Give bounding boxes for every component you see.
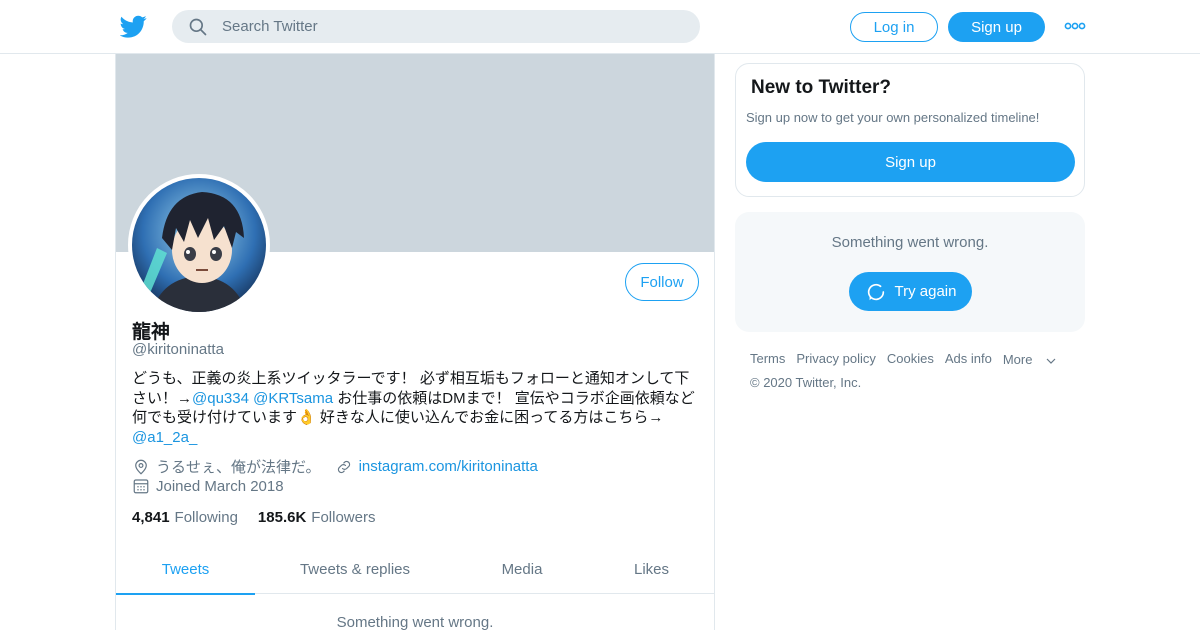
new-to-twitter-title: New to Twitter? [751, 77, 892, 98]
retry-icon [867, 283, 884, 300]
avatar[interactable] [128, 174, 270, 316]
avatar-illustration [132, 178, 266, 312]
try-again-label: Try again [894, 283, 957, 300]
profile-handle: @kiritoninatta [132, 341, 224, 358]
following-label[interactable]: Following [175, 509, 238, 526]
login-button[interactable]: Log in [850, 12, 938, 42]
chevron-down-icon [1047, 358, 1056, 364]
sidebar-error-card: Something went wrong. Try again [735, 212, 1085, 332]
followers-label[interactable]: Followers [311, 509, 375, 526]
footer-link-more[interactable]: More [1003, 351, 1058, 367]
profile-meta-location-row: うるせぇ、俺が法律だ。 instagram.com/kiritoninatta [132, 456, 538, 477]
link-icon [337, 460, 350, 473]
tab-media[interactable]: Media [455, 544, 589, 594]
footer-link-privacy[interactable]: Privacy policy [796, 351, 875, 367]
profile-website-link[interactable]: instagram.com/kiritoninatta [359, 458, 538, 475]
footer-link-cookies[interactable]: Cookies [887, 351, 934, 367]
footer-link-terms[interactable]: Terms [750, 351, 785, 367]
profile-stats: 4,841 Following 185.6K Followers [132, 509, 395, 526]
top-navigation-bar: Log in Sign up [0, 0, 1200, 54]
sidebar-signup-button[interactable]: Sign up [746, 142, 1075, 182]
search-bar[interactable] [172, 10, 700, 43]
bio-mention-link[interactable]: @qu334 [192, 390, 249, 407]
profile-meta-joined-row: Joined March 2018 [132, 477, 284, 495]
profile-location: うるせぇ、俺が法律だ。 [156, 459, 321, 476]
profile-display-name: 龍神 [132, 322, 171, 343]
search-icon [189, 18, 207, 36]
calendar-icon [133, 479, 149, 494]
footer-copyright: © 2020 Twitter, Inc. [750, 375, 862, 390]
sidebar-error-message: Something went wrong. [831, 234, 989, 251]
following-count[interactable]: 4,841 [132, 509, 170, 526]
profile-bio: どうも、正義の炎上系ツイッタラーです！ 必ず相互垢もフォローと通知オンして下さい… [132, 369, 702, 447]
signup-button[interactable]: Sign up [948, 12, 1045, 42]
twitter-bird-icon[interactable] [120, 13, 147, 40]
tab-tweets[interactable]: Tweets [116, 544, 255, 595]
new-to-twitter-card: New to Twitter? Sign up now to get your … [735, 63, 1085, 197]
footer-more-label: More [1002, 351, 1033, 367]
bio-mention-link[interactable]: @KRTsama [253, 390, 333, 407]
profile-column: Follow 龍神 @kiritoninatta どうも、正義の炎上系ツイッタラ… [115, 54, 715, 630]
profile-joined-date: Joined March 2018 [156, 477, 284, 495]
followers-count[interactable]: 185.6K [258, 509, 306, 526]
search-input[interactable] [222, 10, 682, 43]
footer-link-ads-info[interactable]: Ads info [945, 351, 992, 367]
follow-button[interactable]: Follow [625, 263, 699, 301]
new-to-twitter-subtitle: Sign up now to get your own personalized… [746, 110, 1040, 125]
profile-tabs: Tweets Tweets & replies Media Likes [116, 544, 714, 595]
location-pin-icon [135, 459, 147, 475]
timeline-error-message: Something went wrong. [336, 614, 494, 630]
tab-tweets-and-replies[interactable]: Tweets & replies [255, 544, 455, 594]
footer-links: Terms Privacy policy Cookies Ads info Mo… [750, 351, 1068, 367]
try-again-button[interactable]: Try again [849, 272, 972, 311]
tab-likes[interactable]: Likes [589, 544, 714, 594]
bio-mention-link[interactable]: @a1_2a_ [132, 429, 197, 446]
more-dots-icon[interactable] [1064, 18, 1086, 34]
